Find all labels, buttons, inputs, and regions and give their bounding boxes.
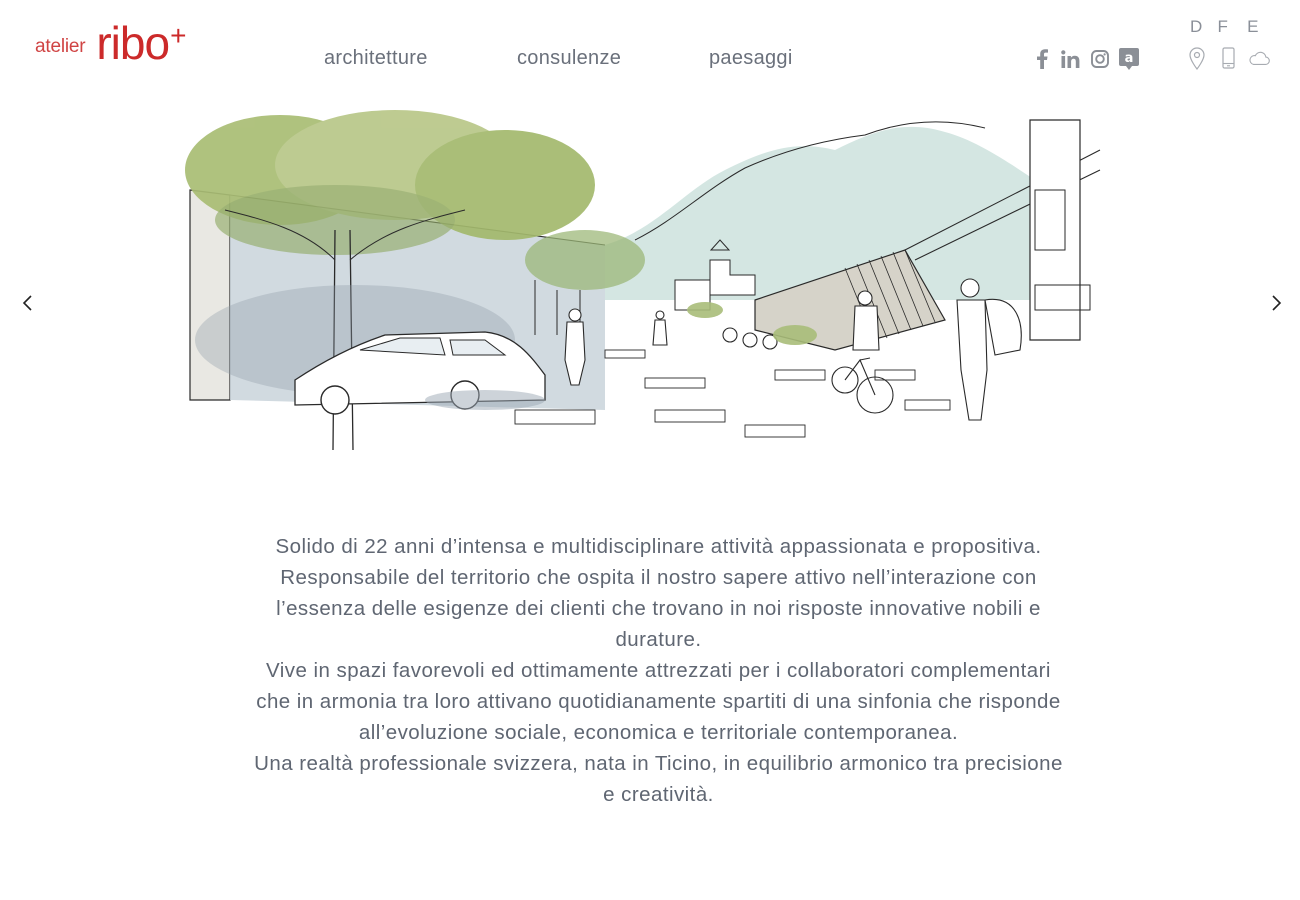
chevron-right-icon[interactable] bbox=[1268, 294, 1284, 312]
chevron-left-icon[interactable] bbox=[20, 294, 36, 312]
phone-icon[interactable] bbox=[1217, 46, 1239, 70]
language-switcher: D F E bbox=[1190, 17, 1268, 37]
lang-fr[interactable]: F bbox=[1208, 17, 1238, 37]
logo-plus: + bbox=[170, 20, 187, 51]
location-pin-icon[interactable] bbox=[1186, 46, 1208, 70]
intro-paragraph: Solido di 22 anni d’intensa e multidisci… bbox=[275, 535, 1042, 651]
hero-slider bbox=[0, 110, 1300, 460]
linkedin-icon[interactable] bbox=[1060, 48, 1081, 69]
social-links: a bbox=[1031, 47, 1139, 70]
intro-paragraph: Una realtà professionale svizzera, nata … bbox=[254, 752, 1063, 806]
archilovers-icon[interactable]: a bbox=[1118, 47, 1139, 70]
lang-en[interactable]: E bbox=[1238, 17, 1268, 37]
nav-item-paesaggi[interactable]: paesaggi bbox=[709, 47, 793, 70]
svg-text:a: a bbox=[1124, 51, 1133, 66]
nav-item-consulenze[interactable]: consulenze bbox=[517, 47, 621, 70]
contact-links bbox=[1186, 46, 1270, 70]
nav-item-architetture[interactable]: architetture bbox=[324, 47, 428, 70]
facebook-icon[interactable] bbox=[1031, 48, 1052, 69]
intro-paragraph: Vive in spazi favorevoli ed ottimamente … bbox=[256, 659, 1061, 744]
street-sketch-illustration bbox=[185, 110, 1101, 451]
lang-de[interactable]: D bbox=[1190, 17, 1208, 37]
intro-text: Solido di 22 anni d’intensa e multidisci… bbox=[250, 531, 1067, 810]
instagram-icon[interactable] bbox=[1089, 48, 1110, 69]
cloud-icon[interactable] bbox=[1248, 46, 1270, 70]
